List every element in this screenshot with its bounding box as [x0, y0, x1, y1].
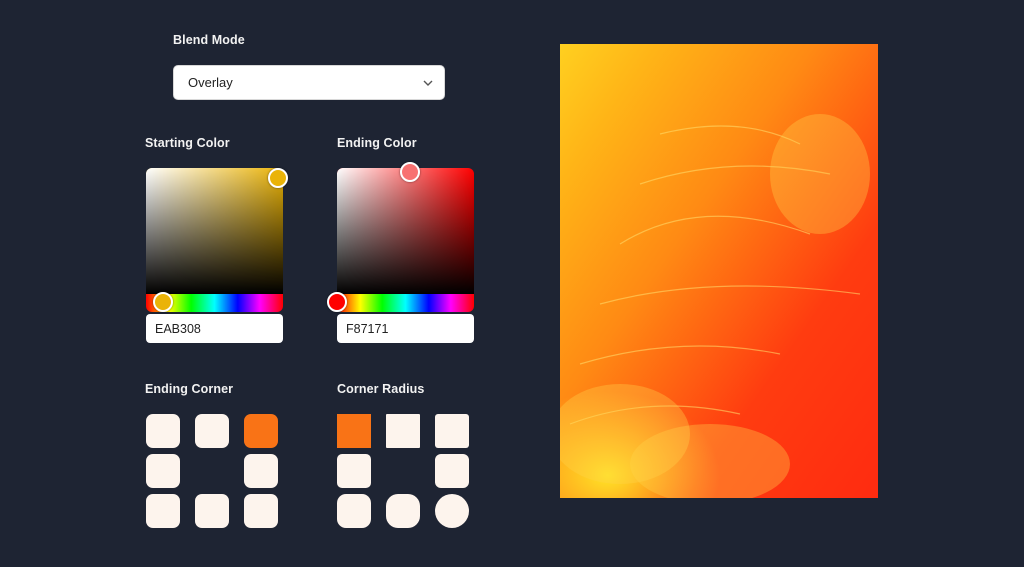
blend-mode-label: Blend Mode	[173, 33, 245, 47]
ending-color-label: Ending Color	[337, 136, 417, 150]
ending-color-hue-handle[interactable]	[327, 292, 347, 312]
foliage-illustration	[560, 114, 870, 498]
corner-bottom-left[interactable]	[146, 494, 180, 528]
ending-color-picker[interactable]	[337, 168, 474, 312]
corner-radius-label: Corner Radius	[337, 382, 425, 396]
starting-color-label: Starting Color	[145, 136, 230, 150]
starting-color-picker[interactable]	[146, 168, 283, 312]
corner-left[interactable]	[146, 454, 180, 488]
radius-option-3[interactable]	[435, 414, 469, 448]
starting-color-sv-handle[interactable]	[268, 168, 288, 188]
corner-top-right[interactable]	[244, 414, 278, 448]
ending-color-hue-slider[interactable]	[337, 294, 474, 312]
radius-option-4[interactable]	[337, 454, 371, 488]
image-preview	[560, 44, 878, 498]
corner-bottom-right[interactable]	[244, 494, 278, 528]
blend-mode-value: Overlay	[188, 75, 233, 90]
radius-option-2[interactable]	[386, 414, 420, 448]
corner-bottom[interactable]	[195, 494, 229, 528]
corner-top-left[interactable]	[146, 414, 180, 448]
chevron-down-icon	[423, 80, 433, 86]
ending-color-saturation-area[interactable]	[337, 168, 474, 294]
ending-color-sv-handle[interactable]	[400, 162, 420, 182]
ending-corner-label: Ending Corner	[145, 382, 234, 396]
ending-color-hex-input[interactable]: F87171	[337, 314, 474, 343]
blend-mode-select[interactable]: Overlay	[173, 65, 445, 100]
radius-option-5[interactable]	[435, 454, 469, 488]
corner-top[interactable]	[195, 414, 229, 448]
radius-option-6[interactable]	[337, 494, 371, 528]
starting-color-saturation-area[interactable]	[146, 168, 283, 294]
starting-color-hex-input[interactable]: EAB308	[146, 314, 283, 343]
starting-color-hue-handle[interactable]	[153, 292, 173, 312]
radius-option-circle[interactable]	[435, 494, 469, 528]
radius-option-7[interactable]	[386, 494, 420, 528]
radius-option-square[interactable]	[337, 414, 371, 448]
corner-right[interactable]	[244, 454, 278, 488]
